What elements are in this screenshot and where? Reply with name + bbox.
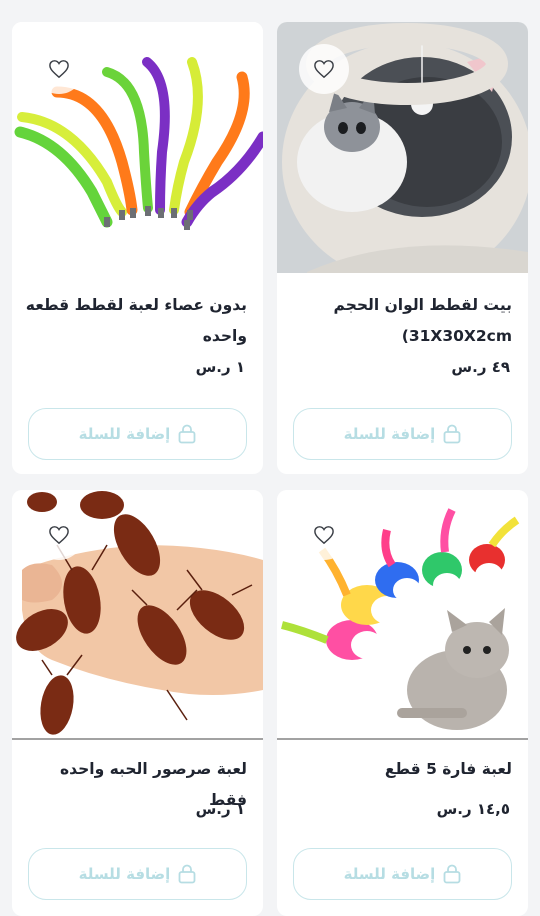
product-price: ٤٩ ر.س: [451, 358, 510, 376]
lock-bag-icon: [443, 864, 461, 884]
lock-bag-icon: [443, 424, 461, 444]
product-title[interactable]: بدون عصاء لعبة لقطط قطعه واحده: [24, 290, 247, 352]
favorite-button[interactable]: [299, 44, 349, 94]
product-title[interactable]: لعبة فارة 5 قطع: [289, 754, 512, 785]
product-grid: بيت لقطط الوان الحجم 31X30X2cm) ٤٩ ر.س إ…: [0, 0, 540, 916]
product-price: ١ ر.س: [195, 358, 245, 376]
favorite-button[interactable]: [34, 44, 84, 94]
lock-bag-icon: [178, 864, 196, 884]
heart-outline-icon: [49, 60, 69, 79]
product-card-cat-bed[interactable]: بيت لقطط الوان الحجم 31X30X2cm) ٤٩ ر.س إ…: [277, 22, 528, 474]
add-to-cart-button[interactable]: إضافة للسلة: [293, 848, 512, 900]
add-to-cart-button[interactable]: إضافة للسلة: [28, 408, 247, 460]
product-card-wand-toy[interactable]: بدون عصاء لعبة لقطط قطعه واحده ١ ر.س إضا…: [12, 22, 263, 474]
lock-bag-icon: [178, 424, 196, 444]
product-price: ١٤,٥ ر.س: [436, 800, 510, 818]
heart-outline-icon: [314, 60, 334, 79]
heart-outline-icon: [49, 526, 69, 545]
heart-outline-icon: [314, 526, 334, 545]
add-to-cart-label: إضافة للسلة: [343, 865, 436, 883]
add-to-cart-label: إضافة للسلة: [78, 865, 171, 883]
favorite-button[interactable]: [299, 510, 349, 560]
product-title[interactable]: بيت لقطط الوان الحجم 31X30X2cm): [289, 290, 512, 352]
add-to-cart-label: إضافة للسلة: [343, 425, 436, 443]
product-card-mouse-toys[interactable]: لعبة فارة 5 قطع ١٤,٥ ر.س إضافة للسلة: [277, 490, 528, 916]
add-to-cart-button[interactable]: إضافة للسلة: [28, 848, 247, 900]
favorite-button[interactable]: [34, 510, 84, 560]
product-card-cockroach-toy[interactable]: لعبة صرصور الحبه واحده فقط ١ ر.س إضافة ل…: [12, 490, 263, 916]
product-price: ١ ر.س: [195, 800, 245, 818]
add-to-cart-label: إضافة للسلة: [78, 425, 171, 443]
add-to-cart-button[interactable]: إضافة للسلة: [293, 408, 512, 460]
